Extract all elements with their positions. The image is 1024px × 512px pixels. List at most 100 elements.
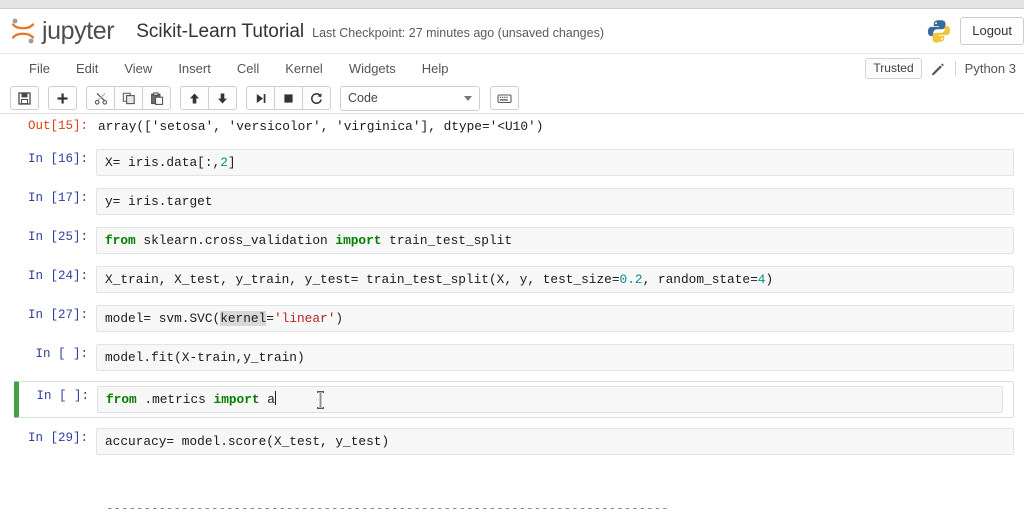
input-prompt: In [24]:	[27, 269, 88, 283]
code-line: from sklearn.cross_validation import tra…	[105, 231, 1005, 250]
code-editor-active[interactable]: from .metrics import a	[97, 386, 1003, 413]
cell-spacer	[0, 332, 1024, 344]
command-palette-button[interactable]	[490, 86, 519, 110]
error-traceback-output: ----------------------------------------…	[106, 467, 1024, 512]
save-button[interactable]	[10, 86, 39, 110]
input-prompt: In [17]:	[27, 191, 88, 205]
menu-items: File Edit View Insert Cell Kernel Widget…	[0, 59, 462, 78]
chevron-down-icon	[464, 95, 472, 101]
move-cell-down-button[interactable]	[208, 86, 237, 110]
notebook-code-cell[interactable]: In [16]: X= iris.data[:,2]	[0, 149, 1024, 176]
menu-item-widgets[interactable]: Widgets	[336, 59, 409, 78]
menu-item-kernel[interactable]: Kernel	[272, 59, 336, 78]
trusted-badge[interactable]: Trusted	[865, 58, 922, 79]
code-token: model= svm.SVC(	[105, 311, 221, 326]
code-token: .metrics	[136, 392, 214, 407]
input-prompt: In [ ]:	[35, 347, 88, 361]
notebook-code-cell[interactable]: In [24]: X_train, X_test, y_train, y_tes…	[0, 266, 1024, 293]
notebook-title[interactable]: Scikit-Learn Tutorial	[136, 22, 304, 41]
code-editor[interactable]: X_train, X_test, y_train, y_test= train_…	[96, 266, 1014, 293]
copy-cell-button[interactable]	[114, 86, 143, 110]
menu-item-file[interactable]: File	[16, 59, 63, 78]
code-line: y= iris.target	[105, 192, 1005, 211]
move-cell-up-button[interactable]	[180, 86, 209, 110]
menu-item-cell[interactable]: Cell	[224, 59, 272, 78]
code-token: X_train, X_test, y_train, y_test= train_…	[105, 272, 620, 287]
code-token: train_test_split	[381, 233, 513, 248]
code-token: sklearn.cross_validation	[135, 233, 336, 248]
traceback-rule: ----------------------------------------…	[106, 502, 669, 512]
notebook-code-cell[interactable]: In [27]: model= svm.SVC(kernel='linear')	[0, 305, 1024, 332]
cell-spacer	[0, 137, 1024, 149]
python-logo-icon	[926, 18, 952, 44]
notebook-output-cell: Out[15]: array(['setosa', 'versicolor', …	[0, 114, 1024, 137]
cell-spacer	[0, 176, 1024, 188]
input-prompt: In [27]:	[27, 308, 88, 322]
logout-button[interactable]: Logout	[960, 17, 1024, 45]
code-line: from .metrics import a	[106, 390, 994, 409]
insert-cell-below-button[interactable]	[48, 86, 77, 110]
cell-spacer	[0, 215, 1024, 227]
notebook-code-cell[interactable]: In [ ]: model.fit(X-train,y_train)	[0, 344, 1024, 371]
notebook-header: jupyter Scikit-Learn Tutorial Last Check…	[0, 9, 1024, 53]
code-token: kernel	[220, 311, 267, 326]
output-text: array(['setosa', 'versicolor', 'virginic…	[98, 119, 544, 134]
notebook-code-cell[interactable]: In [29]: accuracy= model.score(X_test, y…	[0, 428, 1024, 455]
pencil-icon[interactable]	[931, 62, 945, 76]
code-line: accuracy= model.score(X_test, y_test)	[105, 432, 1005, 451]
code-token: from	[105, 233, 136, 248]
code-editor[interactable]: X= iris.data[:,2]	[96, 149, 1014, 176]
cell-spacer	[0, 418, 1024, 428]
code-token: import	[213, 392, 260, 407]
notebook-code-cell-selected[interactable]: In [ ]: from .metrics import a	[14, 381, 1014, 418]
jupyter-brand[interactable]: jupyter	[10, 16, 136, 46]
cut-cell-button[interactable]	[86, 86, 115, 110]
kernel-divider	[954, 61, 956, 76]
menu-bar: File Edit View Insert Cell Kernel Widget…	[0, 53, 1024, 84]
notebook-code-cell[interactable]: In [17]: y= iris.target	[0, 188, 1024, 215]
run-cell-button[interactable]	[246, 86, 275, 110]
code-token: from	[106, 392, 137, 407]
toolbar-group-run	[246, 86, 331, 110]
code-editor[interactable]: from sklearn.cross_validation import tra…	[96, 227, 1014, 254]
interrupt-kernel-button[interactable]	[274, 86, 303, 110]
menu-item-insert[interactable]: Insert	[165, 59, 224, 78]
cell-type-select[interactable]: Code	[340, 85, 480, 111]
notebook-code-cell[interactable]: In [25]: from sklearn.cross_validation i…	[0, 227, 1024, 254]
restart-kernel-button[interactable]	[302, 86, 331, 110]
toolbar-group-save	[10, 86, 39, 110]
code-editor[interactable]: model= svm.SVC(kernel='linear')	[96, 305, 1014, 332]
menu-bar-right: Trusted Python 3	[865, 58, 1024, 79]
code-token: X= iris.data[:,	[105, 155, 221, 170]
code-editor[interactable]: accuracy= model.score(X_test, y_test)	[96, 428, 1014, 455]
code-token: accuracy= model.score(X_test, y_test)	[105, 434, 390, 449]
code-editor[interactable]: model.fit(X-train,y_train)	[96, 344, 1014, 371]
notebook-toolbar: Code	[0, 83, 1024, 114]
toolbar-group-insert	[48, 86, 77, 110]
code-token: import	[335, 233, 382, 248]
code-line: X_train, X_test, y_train, y_test= train_…	[105, 270, 1005, 289]
code-token: ]	[227, 155, 236, 170]
code-token: model.fit(X-train,y_train)	[105, 350, 305, 365]
code-token: )	[765, 272, 774, 287]
code-line: X= iris.data[:,2]	[105, 153, 1005, 172]
input-prompt: In [ ]:	[36, 389, 89, 403]
code-line: model= svm.SVC(kernel='linear')	[105, 309, 1005, 328]
menu-item-view[interactable]: View	[111, 59, 165, 78]
header-right-controls: Logout	[926, 17, 1024, 45]
input-prompt: In [25]:	[27, 230, 88, 244]
cell-spacer	[0, 371, 1024, 381]
menu-item-edit[interactable]: Edit	[63, 59, 111, 78]
code-editor[interactable]: y= iris.target	[96, 188, 1014, 215]
output-prompt: Out[15]:	[27, 119, 88, 133]
code-token: 'linear'	[273, 311, 336, 326]
toolbar-group-move	[180, 86, 237, 110]
checkpoint-status: Last Checkpoint: 27 minutes ago (unsaved…	[312, 25, 605, 40]
jupyter-notebook-window: jupyter Scikit-Learn Tutorial Last Check…	[0, 0, 1024, 512]
kernel-indicator[interactable]: Python 3	[965, 61, 1016, 76]
menu-item-help[interactable]: Help	[409, 59, 462, 78]
paste-cell-button[interactable]	[142, 86, 171, 110]
notebook-cell-area[interactable]: Out[15]: array(['setosa', 'versicolor', …	[0, 114, 1024, 512]
input-prompt: In [29]:	[27, 431, 88, 445]
toolbar-group-palette	[490, 86, 519, 110]
